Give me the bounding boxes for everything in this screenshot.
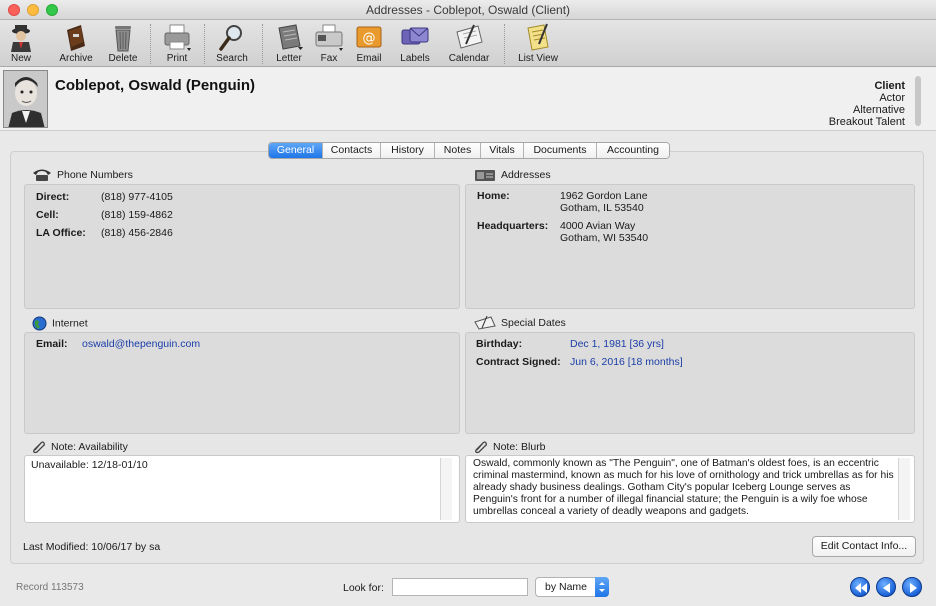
category-item: Client — [874, 80, 905, 92]
tab-contacts[interactable]: Contacts — [323, 143, 381, 158]
archive-icon — [67, 25, 85, 51]
special-dates-heading: Special Dates — [474, 316, 566, 332]
category-item: Alternative — [853, 104, 905, 116]
availability-note-text: Unavailable: 12/18-01/10 — [31, 459, 148, 471]
calendar-icon — [456, 24, 483, 49]
internet-row: Email: oswald@thepenguin.com — [36, 338, 201, 350]
search-by-value: by Name — [545, 581, 588, 593]
category-scrollbar[interactable] — [915, 76, 921, 126]
svg-text:@: @ — [363, 31, 376, 46]
zoom-window-button[interactable] — [46, 4, 58, 16]
special-date-row: Contract Signed: Jun 6, 2016 [18 months] — [476, 356, 683, 368]
delete-button[interactable]: Delete — [106, 22, 140, 66]
contact-header: Coblepot, Oswald (Penguin) Client Actor … — [0, 67, 936, 131]
fax-icon — [315, 24, 343, 51]
address-row: Home: 1962 Gordon Lane — [477, 190, 648, 202]
phone-value[interactable]: (818) 159-4862 — [101, 209, 173, 221]
addresses-heading: Addresses — [474, 168, 551, 184]
toolbar-separator — [504, 24, 505, 64]
tab-history[interactable]: History — [381, 143, 435, 158]
tab-documents[interactable]: Documents — [524, 143, 597, 158]
addresses-box — [465, 184, 915, 309]
trash-icon — [115, 26, 131, 52]
edit-contact-info-button[interactable]: Edit Contact Info... — [812, 536, 916, 557]
address-line: 4000 Avian Way — [560, 220, 636, 232]
record-number: Record 113573 — [16, 582, 84, 593]
calendar-button[interactable]: Calendar — [446, 22, 492, 66]
special-date-value[interactable]: Jun 6, 2016 [18 months] — [570, 356, 683, 368]
letter-button[interactable]: Letter — [272, 22, 306, 66]
archive-button[interactable]: Archive — [56, 22, 96, 66]
toolbar-separator — [262, 24, 263, 64]
address-card-icon — [475, 170, 495, 181]
look-for-label: Look for: — [343, 582, 384, 594]
close-window-button[interactable] — [8, 4, 20, 16]
phone-value[interactable]: (818) 456-2846 — [101, 227, 173, 239]
email-button[interactable]: @ Email — [352, 22, 386, 66]
special-date-value[interactable]: Dec 1, 1981 [36 yrs] — [570, 338, 664, 350]
rewind-icon — [855, 583, 867, 593]
minimize-window-button[interactable] — [27, 4, 39, 16]
globe-icon — [32, 316, 47, 331]
print-button[interactable]: Print — [160, 22, 194, 66]
phone-numbers-heading: Phone Numbers — [32, 168, 133, 184]
phone-row: Cell: (818) 159-4862 — [36, 209, 173, 221]
email-icon: @ — [356, 26, 382, 48]
telephone-icon — [33, 169, 51, 181]
tab-notes[interactable]: Notes — [435, 143, 481, 158]
paperclip-icon — [475, 441, 487, 454]
previous-record-button[interactable] — [876, 577, 896, 597]
look-for-input[interactable] — [392, 578, 528, 596]
category-item: Breakout Talent — [828, 116, 905, 128]
tab-bar: General Contacts History Notes Vitals Do… — [268, 142, 670, 159]
labels-button[interactable]: Labels — [396, 22, 434, 66]
tab-general[interactable]: General — [269, 143, 323, 158]
tab-vitals[interactable]: Vitals — [481, 143, 524, 158]
blurb-note-heading: Note: Blurb — [474, 440, 546, 456]
address-line: Gotham, WI 53540 — [560, 232, 649, 244]
previous-icon — [883, 583, 890, 593]
address-line: 1962 Gordon Lane — [560, 190, 648, 202]
search-button[interactable]: Search — [214, 22, 250, 66]
last-modified-text: Last Modified: 10/06/17 by sa — [23, 541, 161, 553]
phone-row: LA Office: (818) 456-2846 — [36, 227, 173, 239]
letter-icon — [278, 24, 303, 50]
contact-name: Coblepot, Oswald (Penguin) — [55, 77, 255, 94]
paperclip-icon — [33, 441, 45, 454]
list-view-icon — [527, 23, 549, 51]
search-by-select[interactable]: by Name — [535, 577, 609, 597]
blurb-note-scrollbar[interactable] — [898, 458, 910, 520]
availability-note-heading: Note: Availability — [32, 440, 128, 456]
calendar-icon — [474, 316, 496, 330]
toolbar-separator — [204, 24, 205, 64]
window-title: Addresses - Coblepot, Oswald (Client) — [365, 3, 571, 17]
internet-heading: Internet — [32, 316, 88, 332]
printer-icon — [164, 24, 191, 51]
labels-icon — [401, 27, 429, 45]
title-bar: Addresses - Coblepot, Oswald (Client) — [0, 0, 936, 20]
phone-value[interactable]: (818) 977-4105 — [101, 191, 173, 203]
category-item: Actor — [879, 92, 905, 104]
fax-button[interactable]: Fax — [312, 22, 346, 66]
contact-photo — [3, 70, 48, 128]
next-icon — [910, 583, 917, 593]
toolbar-separator — [150, 24, 151, 64]
first-record-button[interactable] — [850, 577, 870, 597]
email-link[interactable]: oswald@thepenguin.com — [82, 338, 200, 350]
category-list[interactable]: Client Actor Alternative Breakout Talent — [829, 80, 905, 128]
next-record-button[interactable] — [902, 577, 922, 597]
magnifier-icon — [219, 25, 242, 51]
tab-accounting[interactable]: Accounting — [597, 143, 669, 158]
new-button[interactable]: New — [4, 22, 38, 66]
special-date-row: Birthday: Dec 1, 1981 [36 yrs] — [476, 338, 664, 350]
select-arrows-icon — [595, 577, 609, 597]
availability-note-scrollbar[interactable] — [440, 458, 452, 520]
new-contact-icon — [11, 25, 31, 52]
toolbar: New Archive Delete Print Search Letter F… — [0, 20, 936, 67]
address-row: Headquarters: 4000 Avian Way — [477, 220, 636, 232]
blurb-note-text: Oswald, commonly known as "The Penguin",… — [473, 458, 894, 517]
phone-row: Direct: (818) 977-4105 — [36, 191, 173, 203]
address-line: Gotham, IL 53540 — [560, 202, 644, 214]
list-view-button[interactable]: List View — [514, 22, 562, 66]
